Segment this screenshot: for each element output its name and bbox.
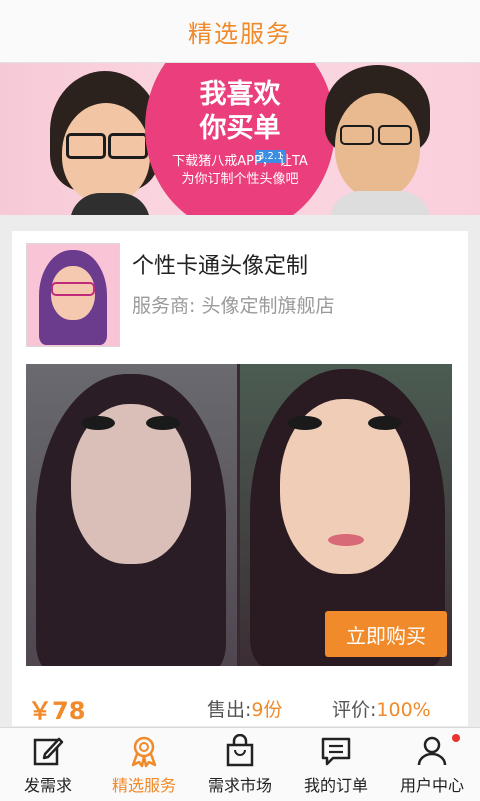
- buy-now-button[interactable]: 立即购买: [325, 611, 447, 657]
- price: ￥78: [28, 697, 86, 725]
- cartoon-left-eye: [288, 416, 322, 430]
- cartoon-man-face: [335, 93, 420, 198]
- service-title[interactable]: 个性卡通头像定制: [132, 248, 308, 280]
- promo-banner[interactable]: 我喜欢 你买单 3.2.1 下载猪八戒APP， 让TA 为你订制个性头像吧: [0, 63, 480, 215]
- tab-featured-services[interactable]: 精选服务: [96, 728, 192, 801]
- man-glasses-right: [378, 125, 412, 145]
- tab-user-center[interactable]: 用户中心: [384, 728, 480, 801]
- bottom-tab-bar: 发需求 精选服务 需求市场 我的订单 用户中心: [0, 727, 480, 801]
- user-icon: [417, 736, 447, 766]
- banner-headline: 我喜欢 你买单: [199, 79, 281, 144]
- glasses-left-lens: [66, 133, 106, 159]
- rating: 评价:100%: [332, 699, 431, 721]
- glasses-right-lens: [108, 133, 148, 159]
- original-photo: [26, 364, 237, 666]
- tab-my-orders[interactable]: 我的订单: [288, 728, 384, 801]
- original-left-eye: [81, 416, 115, 430]
- service-card[interactable]: 个性卡通头像定制 服务商: 头像定制旗舰店 立即购买 ￥78 售出:9份 评价:…: [12, 231, 468, 726]
- thumb-glasses: [51, 282, 95, 296]
- notification-dot: [452, 734, 460, 742]
- page-title: 精选服务: [188, 19, 292, 48]
- sold-count: 售出:9份: [207, 699, 283, 721]
- cartoon-man-shirt: [330, 191, 430, 215]
- shopping-bag-icon: [226, 734, 254, 767]
- cartoon-lips: [328, 534, 364, 546]
- edit-icon: [33, 737, 64, 766]
- tab-demand-market[interactable]: 需求市场: [192, 728, 288, 801]
- tab-post-demand[interactable]: 发需求: [0, 728, 96, 801]
- service-provider[interactable]: 服务商: 头像定制旗舰店: [132, 291, 334, 318]
- banner-subtitle: 下载猪八戒APP， 让TA 为你订制个性头像吧: [172, 154, 308, 187]
- man-glasses-left: [340, 125, 374, 145]
- service-thumbnail: [26, 243, 120, 347]
- original-right-eye: [146, 416, 180, 430]
- badge-icon: [131, 736, 157, 768]
- message-icon: [321, 737, 351, 766]
- app-header: 精选服务: [0, 0, 480, 63]
- cartoon-right-eye: [368, 416, 402, 430]
